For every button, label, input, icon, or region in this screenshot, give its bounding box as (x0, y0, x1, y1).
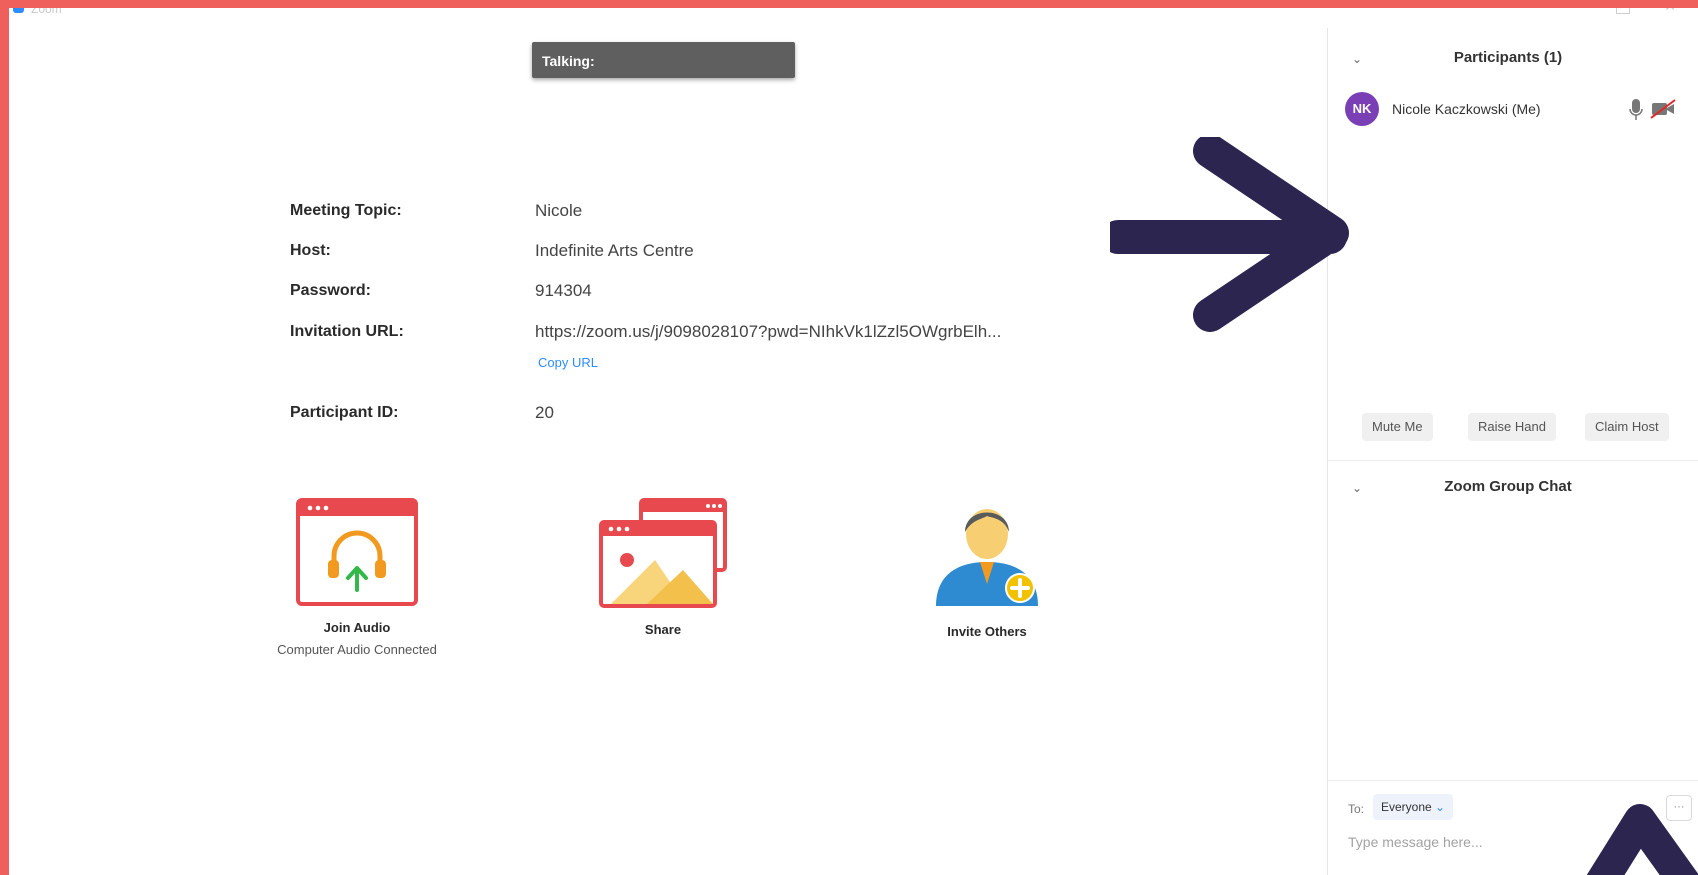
invite-others-label: Invite Others (947, 624, 1027, 639)
recipient-value: Everyone (1381, 800, 1432, 814)
title-bar: Zoom ✕ (9, 8, 1698, 28)
participants-header: ⌄ Participants (1) (1328, 49, 1698, 73)
zoom-logo-icon (13, 8, 24, 13)
participant-id-value: 20 (535, 403, 554, 422)
password-value: 914304 (535, 281, 592, 300)
chat-title: Zoom Group Chat (1444, 478, 1572, 495)
app-title: Zoom (31, 8, 62, 16)
talking-indicator: Talking: (532, 42, 795, 78)
meeting-topic-value: Nicole (535, 201, 583, 220)
join-audio-icon (296, 498, 418, 606)
audio-status: Computer Audio Connected (277, 642, 437, 657)
annotation-arrow-up-icon (1586, 804, 1698, 875)
password-label: Password: (290, 282, 371, 299)
share-screen-icon (599, 498, 727, 608)
meeting-topic-label: Meeting Topic: (290, 202, 402, 219)
participant-row[interactable]: NK Nicole Kaczkowski (Me) (1345, 92, 1698, 126)
annotation-arrow-right-icon (1110, 137, 1349, 332)
share-label: Share (644, 622, 682, 637)
invitation-url-value: https://zoom.us/j/9098028107?pwd=NIhkVk1… (535, 322, 1002, 341)
invite-person-icon (936, 509, 1038, 606)
invitation-url-label: Invitation URL: (290, 323, 404, 340)
video-off-icon[interactable] (1650, 99, 1676, 119)
join-audio-button[interactable]: Join Audio Computer Audio Connected (249, 498, 465, 657)
maximize-icon[interactable] (1616, 8, 1630, 14)
join-audio-label: Join Audio (323, 620, 391, 635)
host-label: Host: (290, 242, 331, 259)
share-button[interactable]: Share (591, 498, 735, 637)
side-panel: ⌄ Participants (1) NK Nicole Kaczkowski … (1327, 28, 1698, 875)
chat-header: ⌄ Zoom Group Chat (1328, 478, 1698, 502)
invite-others-button[interactable]: Invite Others (921, 496, 1053, 639)
participants-title: Participants (1) (1453, 49, 1563, 66)
zoom-meeting-window: Zoom ✕ Talking: Meeting Topic: Nicole Ho… (9, 8, 1698, 875)
host-value: Indefinite Arts Centre (535, 241, 694, 260)
avatar: NK (1345, 92, 1379, 126)
panel-divider (1328, 460, 1698, 461)
raise-hand-button[interactable]: Raise Hand (1468, 413, 1556, 441)
chevron-down-icon: ⌄ (1435, 800, 1446, 814)
participant-id-label: Participant ID: (290, 404, 399, 421)
mute-me-button[interactable]: Mute Me (1362, 413, 1433, 441)
recipient-select[interactable]: Everyone ⌄ (1373, 794, 1454, 820)
to-label: To: (1348, 802, 1365, 816)
participant-name: Nicole Kaczkowski (Me) (1392, 101, 1541, 117)
microphone-icon[interactable] (1629, 98, 1643, 122)
close-icon[interactable]: ✕ (1664, 8, 1676, 15)
copy-url-link[interactable]: Copy URL (538, 355, 598, 370)
talking-label: Talking: (542, 53, 595, 69)
claim-host-button[interactable]: Claim Host (1585, 413, 1669, 441)
